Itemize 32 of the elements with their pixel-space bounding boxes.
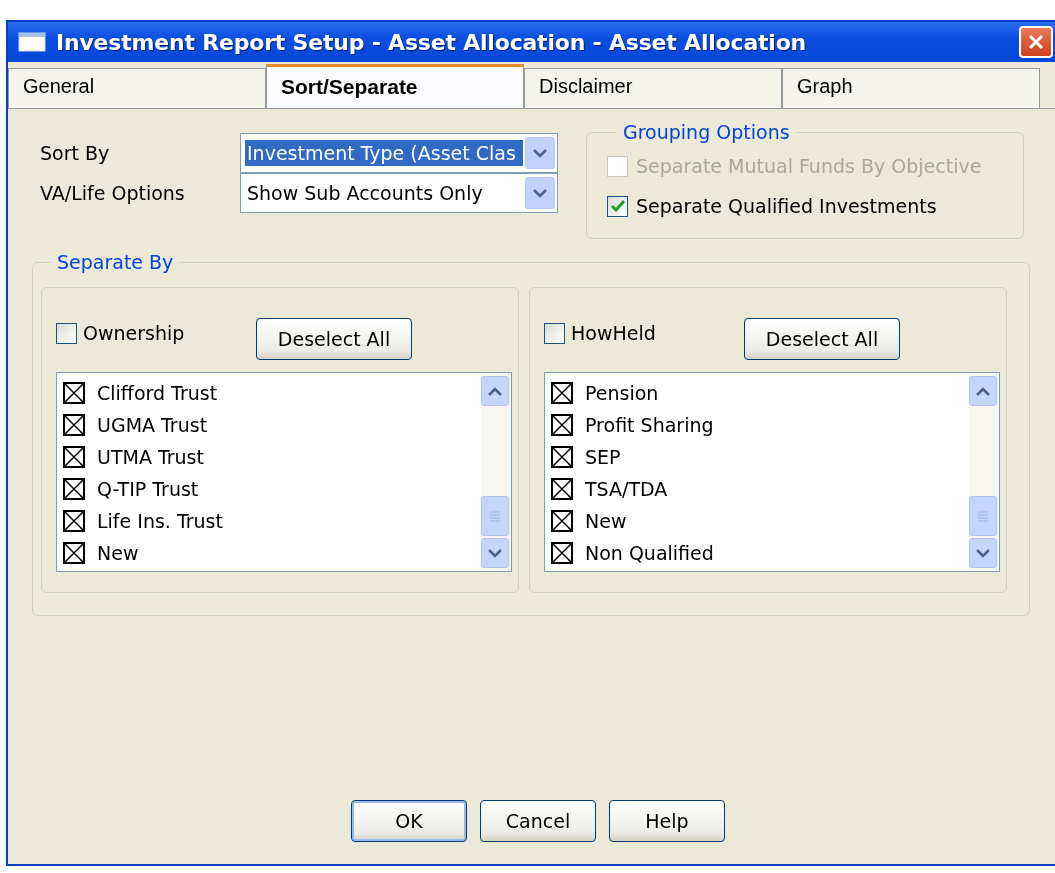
tab[interactable]: Disclaimer [524, 68, 782, 108]
list-item[interactable]: UGMA Trust [97, 414, 208, 436]
list-item[interactable]: Non Qualified [585, 542, 714, 564]
dialog-button[interactable]: OK [351, 800, 467, 842]
deselect-all-button[interactable]: Deselect All [744, 318, 900, 360]
checkbox-label: Ownership [83, 322, 185, 344]
list-item[interactable]: Clifford Trust [97, 382, 218, 404]
group-title: Grouping Options [622, 121, 791, 143]
checkbox-label: HowHeld [571, 322, 656, 344]
window-title: Investment Report Setup - Asset Allocation - Asset Allocation [56, 29, 807, 55]
list-item[interactable]: Q-TIP Trust [97, 478, 199, 500]
list-item[interactable]: TSA/TDA [585, 478, 668, 500]
deselect-all-button[interactable]: Deselect All [256, 318, 412, 360]
tab[interactable]: Graph [782, 68, 1040, 108]
dialog-button[interactable]: Cancel [480, 800, 596, 842]
list-item[interactable]: Life Ins. Trust [97, 510, 223, 532]
list-item[interactable]: SEP [585, 446, 621, 468]
list-item[interactable]: New [97, 542, 139, 564]
list-item[interactable]: Profit Sharing [585, 414, 714, 436]
checkbox-label: Separate Mutual Funds By Objective [636, 155, 982, 177]
group-title: Separate By [56, 251, 175, 273]
tab[interactable]: General [8, 68, 266, 108]
tab[interactable]: Sort/Separate [266, 64, 524, 108]
list-item[interactable]: New [585, 510, 627, 532]
field-label: Sort By [39, 141, 111, 166]
dialog-button[interactable]: Help [609, 800, 725, 842]
dropdown[interactable]: Show Sub Accounts Only [240, 173, 558, 213]
list-item[interactable]: Pension [585, 382, 659, 404]
checkbox-label: Separate Qualified Investments [636, 195, 937, 217]
dropdown[interactable]: Investment Type (Asset Clas [240, 133, 558, 173]
list-item[interactable]: UTMA Trust [97, 446, 204, 468]
field-label: VA/Life Options [39, 181, 186, 206]
